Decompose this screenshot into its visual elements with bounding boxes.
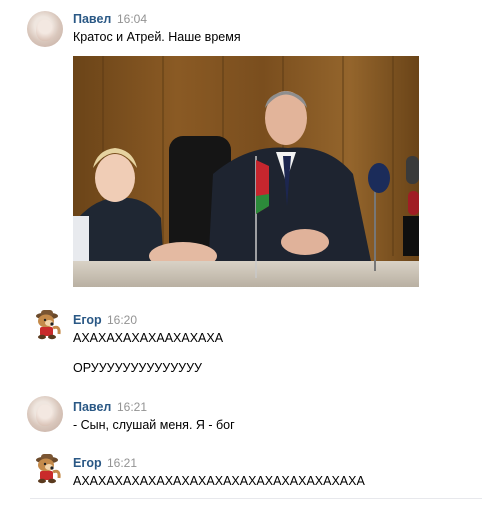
message-text: АХАХАХАХАХАХАХАХАХАХАХАХАХАХАХАХАХА xyxy=(73,474,365,488)
message-text: ОРУУУУУУУУУУУУУУ xyxy=(73,361,202,375)
message-text: Кратос и Атрей. Наше время xyxy=(73,30,241,44)
divider xyxy=(30,498,482,499)
author-name[interactable]: Егор xyxy=(73,456,102,470)
message-time[interactable]: 16:21 xyxy=(107,456,137,470)
user-avatar-icon[interactable] xyxy=(27,11,63,47)
message-time[interactable]: 16:21 xyxy=(117,400,147,414)
author-name[interactable]: Павел xyxy=(73,12,111,26)
message-time[interactable]: 16:04 xyxy=(117,12,147,26)
message-text: АХАХАХАХАХААХАХАХА xyxy=(73,331,224,345)
chipmunk-avatar-icon[interactable] xyxy=(29,307,65,343)
message-time[interactable]: 16:20 xyxy=(107,313,137,327)
attached-photo[interactable] xyxy=(73,56,419,287)
chipmunk-avatar-icon[interactable] xyxy=(29,451,65,487)
author-name[interactable]: Егор xyxy=(73,313,102,327)
user-avatar-icon[interactable] xyxy=(27,396,63,432)
message-text: - Сын, слушай меня. Я - бог xyxy=(73,418,235,432)
author-name[interactable]: Павел xyxy=(73,400,111,414)
